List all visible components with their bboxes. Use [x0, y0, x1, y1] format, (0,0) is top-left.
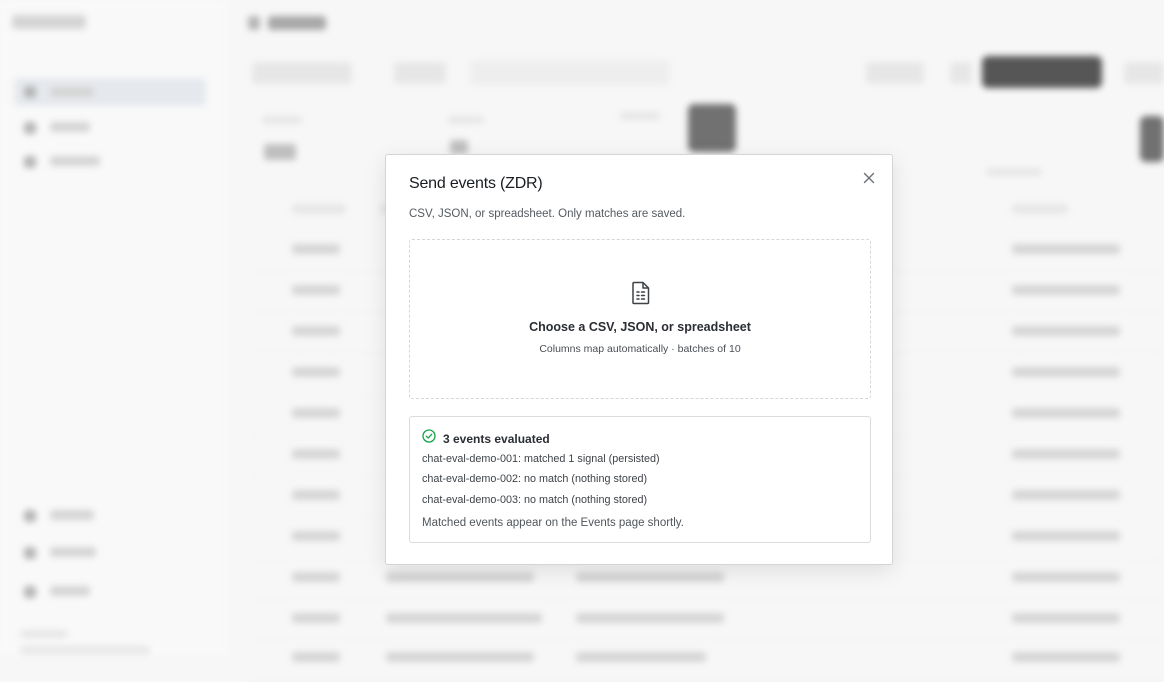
- stat-label: [262, 116, 302, 124]
- check-circle-icon: [422, 429, 436, 448]
- table-row: [250, 640, 1164, 682]
- stat-chart: [688, 104, 736, 152]
- send-events-dialog: Send events (ZDR) CSV, JSON, or spreadsh…: [385, 154, 893, 565]
- stat-label: [448, 116, 484, 124]
- sidebar-item-label: [50, 586, 90, 596]
- toolbar-icon: [950, 62, 972, 84]
- back-icon: [248, 16, 260, 30]
- toolbar-more: [1124, 62, 1164, 84]
- file-spreadsheet-icon: [629, 280, 653, 306]
- dropzone-subtitle: Columns map automatically · batches of 1…: [539, 343, 741, 355]
- sidebar-item-label: [50, 156, 100, 166]
- sidebar-item-label: [50, 547, 96, 557]
- toolbar-sort: [394, 62, 446, 84]
- result-line: chat-eval-demo-001: matched 1 signal (pe…: [422, 453, 660, 465]
- dialog-description: CSV, JSON, or spreadsheet. Only matches …: [409, 208, 686, 220]
- table-header: [292, 204, 346, 214]
- stat-chart: [1140, 116, 1164, 162]
- page-title: [268, 16, 326, 30]
- sidebar-item-active: [14, 78, 206, 106]
- stat-label: [986, 168, 1042, 176]
- stat-value: [264, 144, 296, 160]
- close-icon: [863, 171, 875, 189]
- sidebar-icon: [24, 122, 36, 134]
- dialog-title: Send events (ZDR): [409, 175, 543, 192]
- primary-button: [982, 56, 1102, 88]
- sidebar-icon: [24, 586, 36, 598]
- result-line: chat-eval-demo-003: no match (nothing st…: [422, 494, 648, 506]
- evaluation-result: 3 events evaluated chat-eval-demo-001: m…: [409, 416, 871, 543]
- user-email: [20, 646, 150, 654]
- sidebar-icon: [24, 156, 36, 168]
- sidebar-item-label: [50, 87, 94, 97]
- search-input: [470, 60, 670, 86]
- toolbar-export: [866, 62, 924, 84]
- close-button[interactable]: [858, 169, 880, 191]
- sidebar: [0, 0, 231, 655]
- stat-value: [450, 140, 468, 154]
- sidebar-item-label: [50, 122, 90, 132]
- result-line: chat-eval-demo-002: no match (nothing st…: [422, 473, 648, 485]
- file-dropzone[interactable]: Choose a CSV, JSON, or spreadsheet Colum…: [409, 239, 871, 399]
- dropzone-title: Choose a CSV, JSON, or spreadsheet: [529, 320, 751, 334]
- sidebar-icon: [24, 86, 36, 98]
- stat-label: [620, 112, 660, 120]
- user-label: [20, 630, 68, 638]
- sidebar-item-label: [50, 510, 94, 520]
- result-header: 3 events evaluated: [422, 429, 550, 448]
- table-header: [1012, 204, 1068, 214]
- table-row: [250, 599, 1164, 641]
- result-title: 3 events evaluated: [443, 431, 550, 446]
- app-logo: [12, 15, 86, 29]
- sidebar-icon: [24, 547, 36, 559]
- toolbar-filter: [252, 62, 352, 84]
- result-footer: Matched events appear on the Events page…: [422, 517, 684, 529]
- sidebar-icon: [24, 510, 36, 522]
